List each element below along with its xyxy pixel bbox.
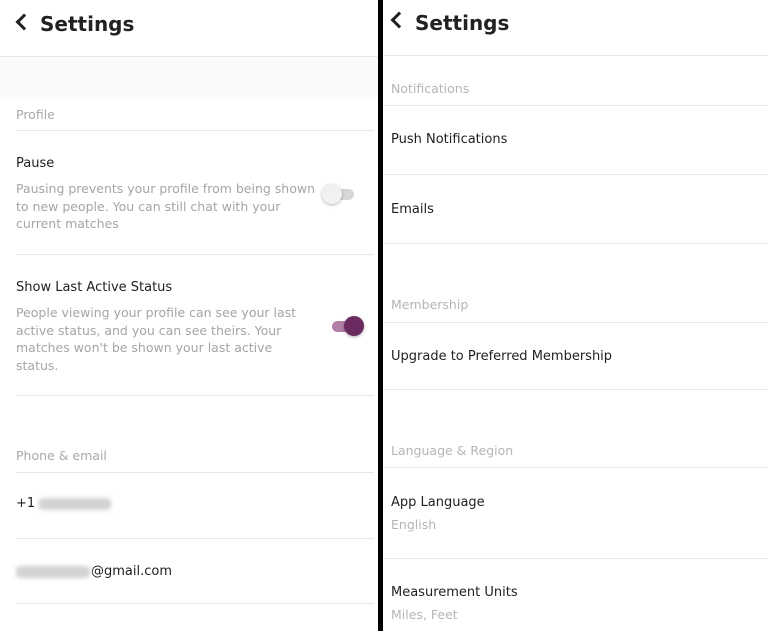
section-label-membership: Membership <box>391 297 469 312</box>
left-settings-screen: Settings Profile Pause Pausing prevents … <box>0 0 378 631</box>
measurement-units-label: Measurement Units <box>391 585 518 600</box>
measurement-units-value: Miles, Feet <box>391 607 458 622</box>
divider <box>383 467 768 468</box>
last-active-toggle[interactable] <box>328 315 364 337</box>
redacted-email <box>16 565 90 578</box>
app-language-label: App Language <box>391 495 485 510</box>
section-label-profile: Profile <box>16 107 55 122</box>
email-suffix: @gmail.com <box>91 564 173 579</box>
divider <box>383 322 768 323</box>
phone-number-row[interactable]: +1 <box>16 496 112 511</box>
divider <box>16 538 374 539</box>
upgrade-membership-item[interactable]: Upgrade to Preferred Membership <box>391 349 612 364</box>
last-active-description: People viewing your profile can see your… <box>16 305 297 373</box>
pause-label: Pause <box>16 156 55 171</box>
toggle-knob <box>344 316 364 336</box>
right-header: Settings <box>383 0 768 52</box>
toggle-knob <box>322 184 342 204</box>
divider <box>383 174 768 175</box>
divider <box>383 558 768 559</box>
right-settings-screen: Settings Notifications Push Notification… <box>383 0 768 631</box>
divider <box>16 603 374 604</box>
back-chevron-icon[interactable] <box>15 13 33 31</box>
settings-comparison: Settings Profile Pause Pausing prevents … <box>0 0 768 631</box>
page-title: Settings <box>40 12 135 36</box>
divider <box>16 395 374 396</box>
email-row[interactable]: @gmail.com <box>16 564 172 579</box>
page-title: Settings <box>415 11 510 35</box>
divider <box>16 472 374 473</box>
section-spacer <box>0 57 378 97</box>
divider <box>383 105 768 106</box>
divider <box>383 243 768 244</box>
pause-toggle[interactable] <box>322 183 358 205</box>
divider <box>16 130 374 131</box>
phone-prefix: +1 <box>16 496 36 511</box>
section-label-language-region: Language & Region <box>391 443 514 458</box>
section-label-phone-email: Phone & email <box>16 448 107 463</box>
app-language-value: English <box>391 517 437 532</box>
left-header: Settings <box>0 0 378 52</box>
emails-item[interactable]: Emails <box>391 202 434 217</box>
divider <box>16 254 374 255</box>
back-chevron-icon[interactable] <box>390 11 408 29</box>
pause-description: Pausing prevents your profile from being… <box>16 181 316 231</box>
redacted-phone <box>39 497 112 510</box>
divider <box>383 389 768 390</box>
divider <box>383 55 768 56</box>
push-notifications-item[interactable]: Push Notifications <box>391 132 507 147</box>
last-active-label: Show Last Active Status <box>16 280 173 295</box>
section-label-notifications: Notifications <box>391 81 470 96</box>
